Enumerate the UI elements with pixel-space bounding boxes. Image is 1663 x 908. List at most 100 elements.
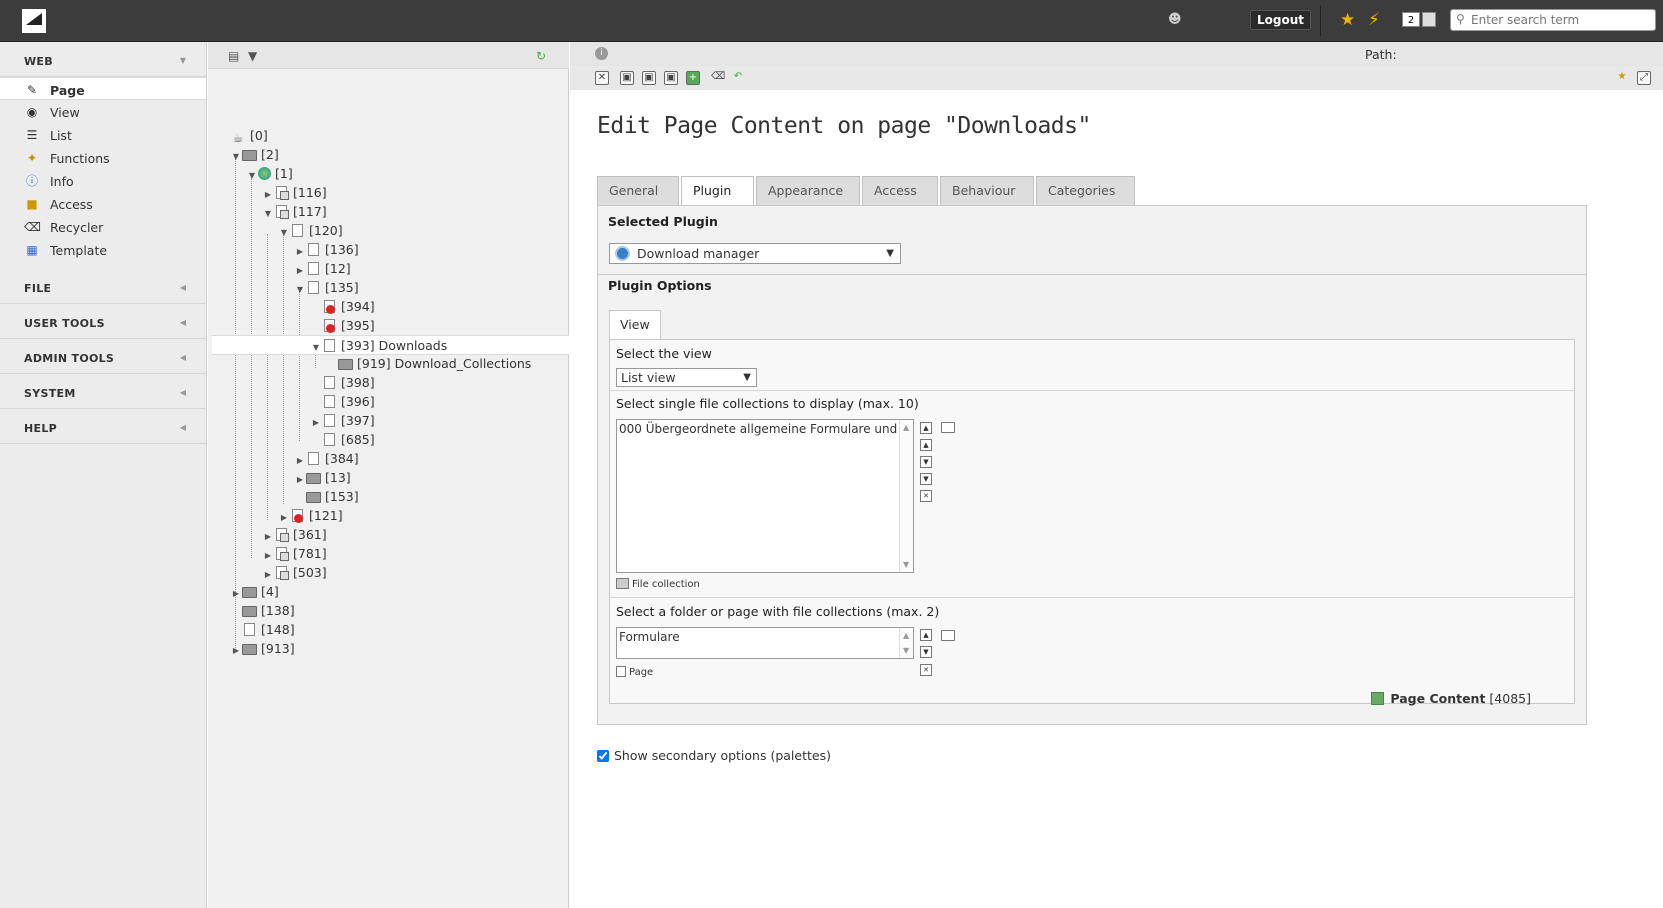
save-icon[interactable]: ▣ bbox=[620, 71, 634, 85]
tree-node[interactable]: ☕ [0] bbox=[230, 126, 268, 146]
list-item[interactable]: 000 Übergeordnete allgemeine Formulare u… bbox=[619, 422, 913, 436]
collapse-arrow-icon[interactable]: ▼ bbox=[246, 166, 258, 186]
module-item-template[interactable]: ▦ Template bbox=[0, 238, 206, 261]
collapse-arrow-icon[interactable]: ▼ bbox=[310, 338, 322, 358]
module-item-list[interactable]: ☰ List bbox=[0, 123, 206, 146]
remove-item-button[interactable]: ✕ bbox=[920, 664, 932, 676]
bookmark-star-icon[interactable]: ★ bbox=[1340, 10, 1355, 30]
tab-general[interactable]: General bbox=[597, 176, 679, 205]
collapse-arrow-icon[interactable]: ▼ bbox=[278, 223, 290, 243]
move-up-button[interactable]: ▲ bbox=[920, 629, 932, 641]
tree-node[interactable]: ▶ [136] bbox=[294, 240, 359, 260]
tree-node[interactable]: ▶ [13] bbox=[294, 468, 351, 488]
menu-group-admin-tools[interactable]: ADMIN TOOLS ◀ bbox=[0, 339, 206, 374]
tree-node[interactable]: ▼ [2] bbox=[230, 145, 279, 165]
plugin-select[interactable]: Download manager ▼ bbox=[609, 243, 901, 264]
collapse-arrow-icon[interactable]: ▼ bbox=[262, 204, 274, 224]
workspace-count-badge[interactable]: 2 bbox=[1402, 12, 1420, 27]
tree-node[interactable]: [138] bbox=[230, 601, 295, 621]
file-collections-list[interactable]: 000 Übergeordnete allgemeine Formulare u… bbox=[616, 419, 914, 573]
move-down-button[interactable]: ▼ bbox=[920, 646, 932, 658]
tab-view[interactable]: View bbox=[609, 310, 661, 339]
tree-node[interactable]: ▶ [121] bbox=[278, 506, 343, 526]
view-select[interactable]: List view ▼ bbox=[616, 368, 757, 387]
file-collection-link[interactable]: File collection bbox=[616, 578, 700, 590]
menu-group-help[interactable]: HELP ◀ bbox=[0, 409, 206, 444]
search-input[interactable] bbox=[1471, 11, 1651, 29]
move-up-button[interactable]: ▲ bbox=[920, 439, 932, 451]
page-link[interactable]: Page bbox=[616, 666, 653, 678]
tree-node[interactable]: ▶ [116] bbox=[262, 183, 327, 203]
tree-node[interactable]: [919] Download_Collections bbox=[326, 354, 531, 374]
page-info-icon[interactable]: i bbox=[595, 47, 608, 60]
remove-item-button[interactable]: ✕ bbox=[920, 490, 932, 502]
tab-plugin[interactable]: Plugin bbox=[681, 176, 754, 206]
scrollbar[interactable]: ▲ ▼ bbox=[899, 628, 913, 658]
save-close-icon[interactable]: ▣ bbox=[664, 71, 678, 85]
tree-node[interactable]: [398] bbox=[310, 373, 375, 393]
collapse-arrow-icon[interactable]: ▼ bbox=[230, 147, 242, 167]
tree-node[interactable]: ▶ [361] bbox=[262, 525, 327, 545]
tree-node[interactable]: ▶ [384] bbox=[294, 449, 359, 469]
tree-node-selected[interactable]: ▼ [393] Downloads bbox=[212, 335, 569, 355]
module-item-access[interactable]: ■ Access bbox=[0, 192, 206, 215]
module-item-functions[interactable]: ✦ Functions bbox=[0, 146, 206, 169]
module-item-recycler[interactable]: ⌫ Recycler bbox=[0, 215, 206, 238]
move-down-button[interactable]: ▼ bbox=[920, 456, 932, 468]
tree-node[interactable]: [685] bbox=[310, 430, 375, 450]
move-top-button[interactable]: ▲ bbox=[920, 422, 932, 434]
list-item[interactable]: Formulare bbox=[619, 630, 911, 644]
browse-folder-icon[interactable] bbox=[941, 422, 955, 433]
tab-behaviour[interactable]: Behaviour bbox=[940, 176, 1034, 205]
refresh-icon[interactable]: ↻ bbox=[536, 49, 550, 63]
save-view-icon[interactable]: ▣ bbox=[642, 71, 656, 85]
module-item-page[interactable]: ✎ Page bbox=[0, 77, 206, 100]
tree-node[interactable]: ▶ [4] bbox=[230, 582, 279, 602]
scrollbar[interactable]: ▲ ▼ bbox=[899, 420, 913, 572]
tree-node[interactable]: ▶ [503] bbox=[262, 563, 327, 583]
search-box[interactable]: ⚲ bbox=[1450, 9, 1656, 31]
menu-group-web[interactable]: WEB ▼ bbox=[0, 42, 206, 77]
tree-node[interactable]: [395] bbox=[310, 316, 375, 336]
tree-node[interactable]: ▶ [781] bbox=[262, 544, 327, 564]
tree-node[interactable]: ▶ [12] bbox=[294, 259, 351, 279]
tree-node[interactable]: [148] bbox=[230, 620, 295, 640]
logout-button[interactable]: Logout bbox=[1250, 10, 1312, 30]
clear-cache-bolt-icon[interactable]: ⚡ bbox=[1368, 10, 1380, 30]
filter-icon[interactable]: ▼ bbox=[248, 49, 262, 63]
browse-folder-icon[interactable] bbox=[941, 630, 955, 641]
tree-node[interactable]: ▶ [397] bbox=[310, 411, 375, 431]
workspace-edit-icon[interactable] bbox=[1422, 12, 1436, 27]
secondary-options-checkbox[interactable] bbox=[597, 750, 609, 762]
undo-icon[interactable]: ↶ bbox=[731, 71, 745, 85]
move-bottom-button[interactable]: ▼ bbox=[920, 473, 932, 485]
delete-icon[interactable]: ⌫ bbox=[711, 71, 725, 85]
secondary-options-toggle[interactable]: Show secondary options (palettes) bbox=[597, 748, 831, 763]
tree-node[interactable]: ▼ [117] bbox=[262, 202, 327, 222]
collapse-arrow-icon[interactable]: ▼ bbox=[294, 280, 306, 300]
tab-appearance[interactable]: Appearance bbox=[756, 176, 860, 205]
tab-access[interactable]: Access bbox=[862, 176, 938, 205]
new-page-icon[interactable]: ▤ bbox=[228, 49, 242, 63]
expand-arrow-icon[interactable]: ▶ bbox=[230, 641, 242, 661]
module-item-view[interactable]: ◉ View bbox=[0, 100, 206, 123]
folder-page-list[interactable]: Formulare ▲ ▼ bbox=[616, 627, 914, 659]
tree-node[interactable]: [396] bbox=[310, 392, 375, 412]
tree-node[interactable]: ▶ [913] bbox=[230, 639, 295, 659]
save-new-icon[interactable]: + bbox=[686, 71, 700, 85]
tree-node[interactable]: ▼ [1] bbox=[246, 164, 293, 184]
user-icon[interactable]: ☻ bbox=[1168, 12, 1184, 28]
close-icon[interactable]: ✕ bbox=[595, 71, 609, 85]
fullscreen-icon[interactable]: ⤢ bbox=[1637, 71, 1651, 85]
typo3-logo[interactable] bbox=[22, 9, 46, 33]
menu-group-file[interactable]: FILE ◀ bbox=[0, 269, 206, 304]
tree-node[interactable]: ▼ [135] bbox=[294, 278, 359, 298]
menu-group-system[interactable]: SYSTEM ◀ bbox=[0, 374, 206, 409]
tree-node[interactable]: [394] bbox=[310, 297, 375, 317]
bookmark-add-icon[interactable]: ★ bbox=[1615, 71, 1629, 85]
menu-group-user-tools[interactable]: USER TOOLS ◀ bbox=[0, 304, 206, 339]
tree-node[interactable]: [153] bbox=[294, 487, 359, 507]
module-item-info[interactable]: ⓘ Info bbox=[0, 169, 206, 192]
tab-categories[interactable]: Categories bbox=[1036, 176, 1135, 205]
tree-node[interactable]: ▼ [120] bbox=[278, 221, 343, 241]
